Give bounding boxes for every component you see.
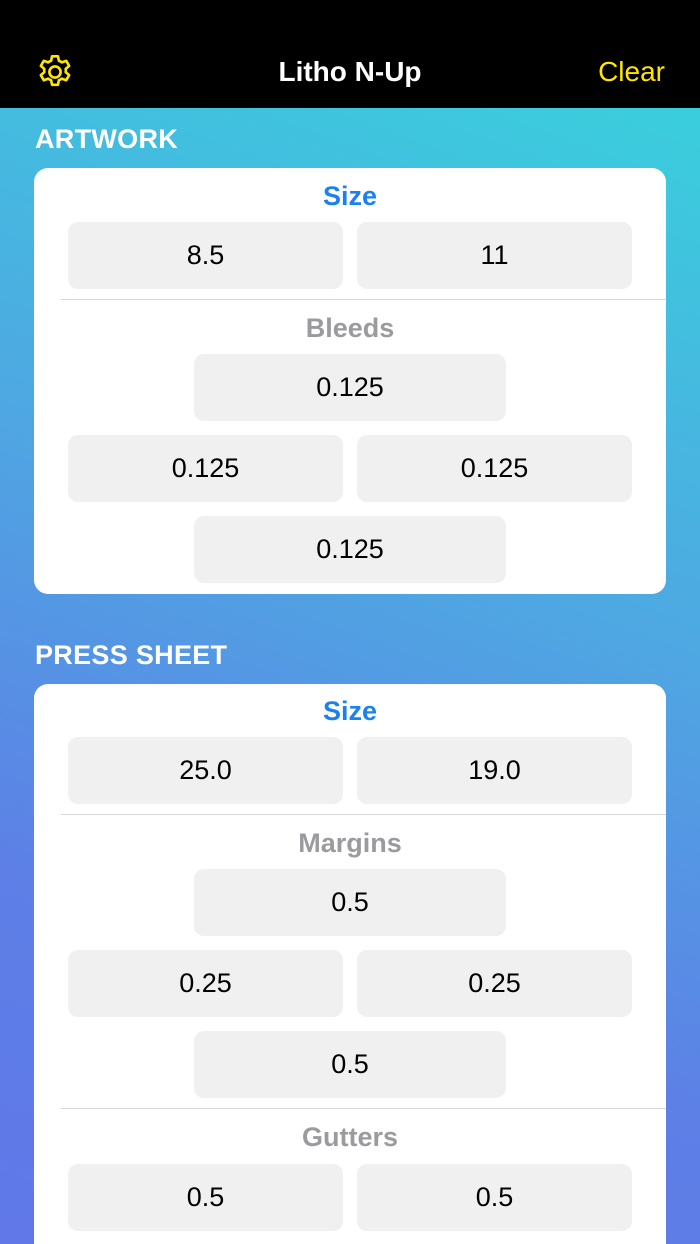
press-sheet-section-header: PRESS SHEET	[35, 640, 228, 670]
artwork-section-header: ARTWORK	[35, 124, 179, 154]
gutters-label: Gutters	[301, 1122, 399, 1152]
artwork-width-field[interactable]: 8.5	[68, 222, 343, 289]
press-sheet-card: Size 25.0 19.0 Margins 0.5 0.25 0.25 0.5…	[34, 684, 666, 1244]
margin-top-field[interactable]: 0.5	[194, 869, 506, 936]
bleed-left-field[interactable]: 0.125	[68, 435, 343, 502]
margins-label: Margins	[298, 828, 402, 858]
artwork-size-label: Size	[322, 181, 378, 211]
clear-button[interactable]: Clear	[598, 56, 665, 88]
margin-left-field[interactable]: 0.25	[68, 950, 343, 1017]
divider	[61, 814, 666, 815]
margin-right-field[interactable]: 0.25	[357, 950, 632, 1017]
margin-bottom-field[interactable]: 0.5	[194, 1031, 506, 1098]
press-size-label: Size	[322, 696, 378, 726]
artwork-height-field[interactable]: 11	[357, 222, 632, 289]
gutter-vertical-field[interactable]: 0.5	[357, 1164, 632, 1231]
bleeds-label: Bleeds	[305, 313, 395, 343]
press-width-field[interactable]: 25.0	[68, 737, 343, 804]
artwork-card: Size 8.5 11 Bleeds 0.125 0.125 0.125 0.1…	[34, 168, 666, 594]
press-height-field[interactable]: 19.0	[357, 737, 632, 804]
navigation-bar: Litho N-Up Clear	[0, 0, 700, 108]
bleed-top-field[interactable]: 0.125	[194, 354, 506, 421]
divider	[61, 1108, 666, 1109]
bleed-bottom-field[interactable]: 0.125	[194, 516, 506, 583]
bleed-right-field[interactable]: 0.125	[357, 435, 632, 502]
gutter-horizontal-field[interactable]: 0.5	[68, 1164, 343, 1231]
divider	[61, 299, 666, 300]
page-title: Litho N-Up	[278, 56, 422, 87]
